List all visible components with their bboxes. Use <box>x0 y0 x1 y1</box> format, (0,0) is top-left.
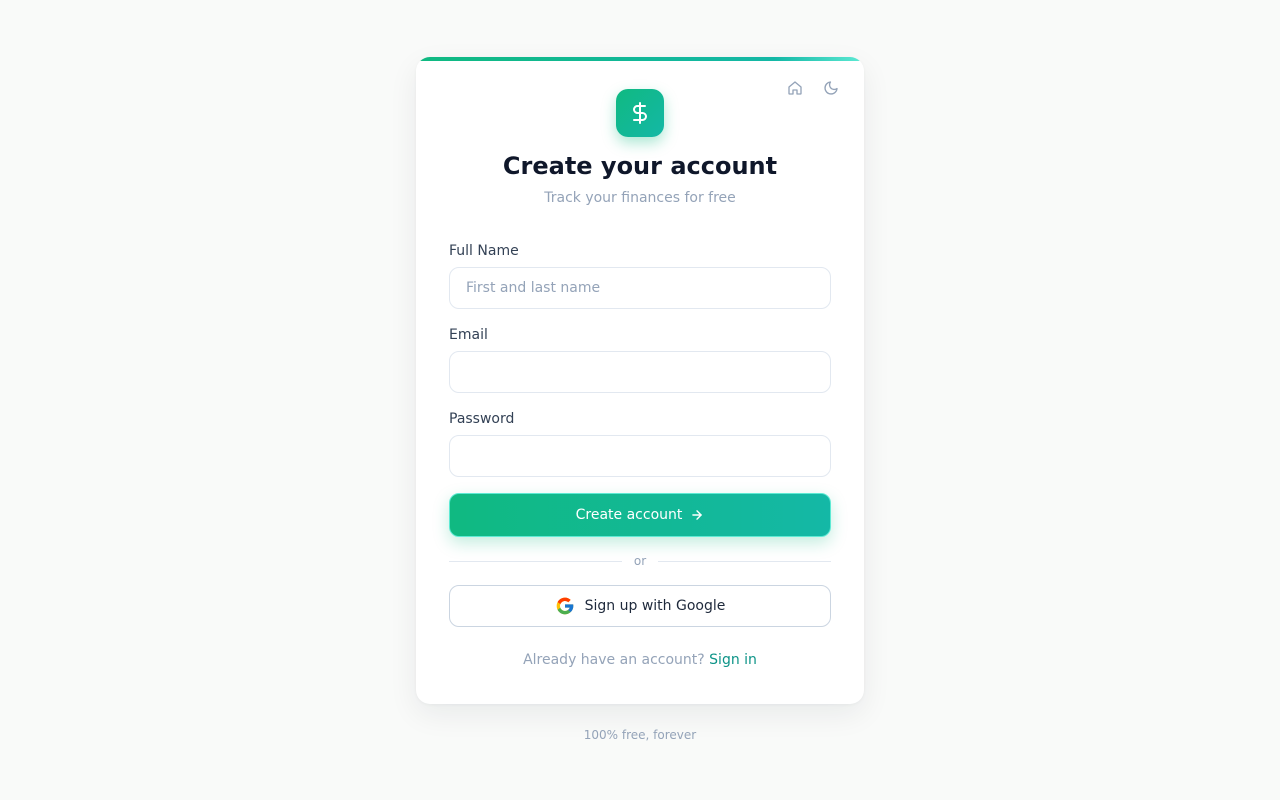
create-account-label: Create account <box>575 507 683 523</box>
google-signup-button[interactable]: Sign up with Google <box>449 585 831 627</box>
full-name-input[interactable] <box>449 267 831 309</box>
signup-page: Create your account Track your finances … <box>0 0 1280 800</box>
moon-icon[interactable] <box>822 79 840 97</box>
password-label: Password <box>449 411 515 427</box>
page-subtitle: Track your finances for free <box>544 190 736 206</box>
signup-card: Create your account Track your finances … <box>416 57 864 704</box>
divider-line-left <box>449 560 622 562</box>
divider-text: or <box>633 554 647 568</box>
signin-link[interactable]: Sign in <box>709 652 757 668</box>
create-account-button[interactable]: Create account <box>449 493 831 537</box>
dollar-icon <box>633 102 647 124</box>
page-title: Create your account <box>502 152 778 180</box>
google-button-label: Sign up with Google <box>584 598 726 614</box>
app-logo <box>616 89 664 137</box>
password-input[interactable] <box>449 435 831 477</box>
signin-row: Already have an account? Sign in <box>416 652 864 668</box>
arrow-right-icon <box>692 510 703 520</box>
email-input[interactable] <box>449 351 831 393</box>
or-divider: or <box>449 553 831 569</box>
footer-note: 100% free, forever <box>583 728 697 742</box>
card-accent-bar <box>416 57 864 61</box>
full-name-label: Full Name <box>449 243 519 259</box>
divider-line-right <box>658 560 831 562</box>
signin-prompt: Already have an account? <box>523 652 710 668</box>
email-label: Email <box>449 327 488 343</box>
google-icon <box>556 597 573 615</box>
home-icon[interactable] <box>786 79 804 97</box>
top-icon-group <box>786 79 840 97</box>
